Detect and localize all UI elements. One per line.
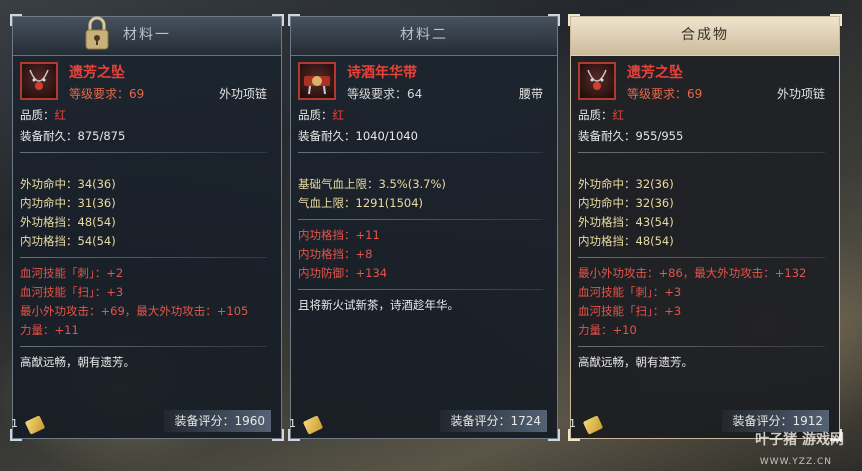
- belt-icon[interactable]: [298, 62, 336, 100]
- quality-line: 品质：红: [298, 108, 344, 122]
- durability: 装备耐久：1040/1040: [298, 129, 418, 143]
- divider: [20, 257, 267, 258]
- item-type: 腰带: [518, 87, 543, 101]
- divider: [298, 219, 543, 220]
- base-stat: 外功格挡：43(54): [578, 215, 674, 229]
- item-name: 遗芳之坠: [69, 65, 125, 81]
- panel-title: 合成物: [571, 17, 839, 56]
- equipment-score: 装备评分：1960: [164, 410, 271, 432]
- base-stat: 内功格挡：48(54): [578, 234, 674, 248]
- item-name: 遗芳之坠: [627, 65, 683, 81]
- bonus-stat: 内功防御：+134: [298, 266, 388, 280]
- watermark-url: WWW.YZZ.CN: [759, 457, 832, 467]
- item-description: 高猷远畅，朝有遗芳。: [20, 355, 135, 369]
- item-count: 1: [289, 417, 296, 430]
- base-stat: 基础气血上限：3.5%(3.7%): [298, 177, 446, 191]
- level-requirement: 等级要求：69: [69, 87, 145, 101]
- quality-line: 品质：红: [20, 108, 66, 122]
- bonus-stat: 力量：+10: [578, 323, 637, 337]
- result-panel: 合成物 遗芳之坠 等级要求：69 外功项链 品质：红 装备耐久：955/955 …: [568, 14, 842, 441]
- item-description: 高猷远畅，朝有遗芳。: [578, 355, 693, 369]
- item-count: 1: [11, 417, 18, 430]
- divider: [20, 152, 267, 153]
- equipment-score: 装备评分：1724: [440, 410, 547, 432]
- base-stat: 内功格挡：54(54): [20, 234, 116, 248]
- panel-title: 材料二: [291, 17, 557, 56]
- necklace-icon[interactable]: [578, 62, 616, 100]
- divider: [578, 346, 825, 347]
- item-description: 且将新火试新茶，诗酒趁年华。: [298, 298, 459, 312]
- item-count: 1: [569, 417, 576, 430]
- level-requirement: 等级要求：69: [627, 87, 703, 101]
- durability: 装备耐久：955/955: [578, 129, 684, 143]
- bonus-stat: 力量：+11: [20, 323, 79, 337]
- panel-title: 材料一: [13, 17, 281, 56]
- bonus-stat: 最小外功攻击：+69，最大外功攻击：+105: [20, 304, 249, 318]
- ticket-icon[interactable]: [582, 415, 604, 435]
- necklace-icon[interactable]: [20, 62, 58, 100]
- bonus-stat: 血河技能「扫」：+3: [20, 285, 124, 299]
- divider: [20, 346, 267, 347]
- bonus-stat: 最小外功攻击：+86，最大外功攻击：+132: [578, 266, 807, 280]
- item-type: 外功项链: [218, 87, 267, 101]
- ticket-icon[interactable]: [24, 415, 46, 435]
- material-panel-1: 材料一 遗芳之坠 等级要求：69 外功项链 品质：红 装备耐久：875/875 …: [10, 14, 284, 441]
- lock-icon[interactable]: [83, 15, 111, 51]
- base-stat: 气血上限：1291(1504): [298, 196, 424, 210]
- watermark-logo: 叶子猪 游戏网: [755, 432, 844, 448]
- panel-footer: 1 装备评分：1960: [11, 406, 281, 438]
- panel-footer: 1 装备评分：1724: [289, 406, 557, 438]
- divider: [298, 289, 543, 290]
- divider: [298, 152, 543, 153]
- item-type: 外功项链: [776, 87, 825, 101]
- ticket-icon[interactable]: [302, 415, 324, 435]
- base-stat: 外功格挡：48(54): [20, 215, 116, 229]
- bonus-stat: 血河技能「刺」：+3: [578, 285, 682, 299]
- quality-line: 品质：红: [578, 108, 624, 122]
- bonus-stat: 内功格挡：+8: [298, 247, 373, 261]
- base-stat: 外功命中：32(36): [578, 177, 674, 191]
- base-stat: 外功命中：34(36): [20, 177, 116, 191]
- durability: 装备耐久：875/875: [20, 129, 126, 143]
- base-stat: 内功命中：32(36): [578, 196, 674, 210]
- bonus-stat: 血河技能「刺」：+2: [20, 266, 124, 280]
- material-panel-2: 材料二 诗酒年华带 等级要求：64 腰带 品质：红 装备耐久：1040/1040…: [288, 14, 560, 441]
- divider: [578, 257, 825, 258]
- level-requirement: 等级要求：64: [347, 87, 423, 101]
- bonus-stat: 血河技能「扫」：+3: [578, 304, 682, 318]
- item-name: 诗酒年华带: [347, 65, 417, 81]
- bonus-stat: 内功格挡：+11: [298, 228, 380, 242]
- base-stat: 内功命中：31(36): [20, 196, 116, 210]
- divider: [578, 152, 825, 153]
